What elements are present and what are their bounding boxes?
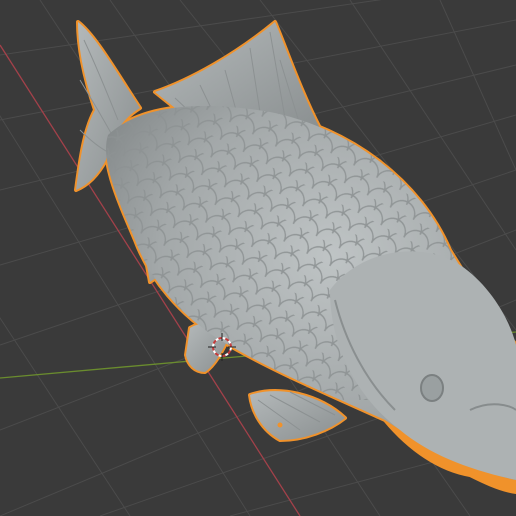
fish-eye — [420, 374, 444, 402]
viewport-canvas[interactable] — [0, 0, 516, 516]
pectoral-fin — [250, 391, 345, 440]
3d-viewport[interactable] — [0, 0, 516, 516]
fish-head — [330, 251, 516, 480]
origin-point-icon — [277, 422, 283, 428]
